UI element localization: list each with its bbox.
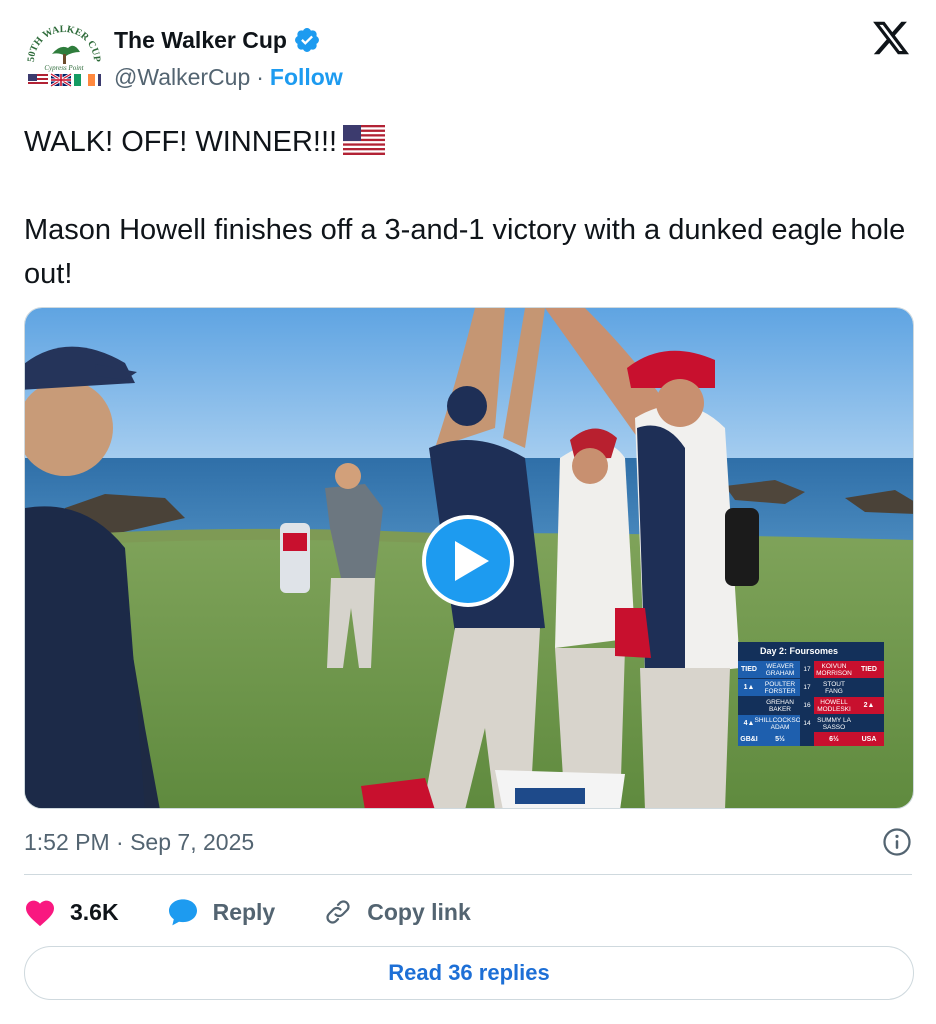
reply-label: Reply [212,898,276,925]
copy-link-label: Copy link [367,898,471,925]
info-icon[interactable] [882,827,912,857]
play-button[interactable] [422,515,514,607]
svg-text:Cypress Point: Cypress Point [44,64,84,72]
like-button[interactable]: 3.6K [24,897,119,927]
divider [24,874,912,875]
reply-button[interactable]: Reply [167,897,276,927]
timestamp[interactable]: 1:52 PM · Sep 7, 2025 [24,829,254,856]
scoreboard-usa-pair: SUMMY LA SASSO [814,715,854,732]
tweet-headline: WALK! OFF! WINNER!!! [24,126,338,158]
scoreboard-usa-pair: KOIVUN MORRISON [814,661,854,678]
reply-bubble-icon [168,899,197,926]
scoreboard-row: TIED WEAVER GRAHAM 17 KOIVUN MORRISON TI… [738,660,884,678]
avatar[interactable]: 50TH WALKER CUP Cypress Point [24,22,104,98]
handle-row: @WalkerCup · Follow [114,64,343,91]
heart-icon [26,900,54,927]
scoreboard-right-status [854,679,884,696]
scoreboard-left-score: 5½ [760,732,800,746]
us-flag-emoji [343,125,386,155]
scoreboard-row: GREHAN BAKER 16 HOWELL MODLESKI 2▲ [738,696,884,714]
separator: · [256,64,264,90]
tweet-text: WALK! OFF! WINNER!!! Mason Howell finish… [24,120,912,296]
scoreboard-title: Day 2: Foursomes [738,642,884,660]
scoreboard-left-team: GB&I [738,732,760,746]
scoreboard-gbi-pair: GREHAN BAKER [760,697,800,714]
scoreboard-usa-pair: HOWELL MODLESKI [814,697,854,714]
scoreboard-gbi-pair: POULTER FORSTER [760,679,800,696]
scoreboard-hole: 17 [800,679,814,696]
scoreboard-left-status: 1▲ [738,679,760,696]
display-name[interactable]: The Walker Cup [114,27,287,54]
video-player[interactable]: Day 2: Foursomes TIED WEAVER GRAHAM 17 K… [24,307,914,809]
scoreboard-right-status: 2▲ [854,697,884,714]
x-logo-icon[interactable] [870,18,912,58]
read-replies-button[interactable]: Read 36 replies [24,946,914,1000]
tweet-body: Mason Howell finishes off a 3-and-1 vict… [24,214,906,290]
scoreboard-overlay: Day 2: Foursomes TIED WEAVER GRAHAM 17 K… [738,642,884,746]
action-bar: 3.6K Reply Copy link [24,892,519,932]
scoreboard-right-team: USA [854,732,884,746]
copy-link-button[interactable]: Copy link [323,897,471,927]
scoreboard-hole: 14 [800,715,814,732]
handle[interactable]: @WalkerCup [114,64,250,91]
scoreboard-usa-pair: STOUT FANG [814,679,854,696]
scoreboard-gbi-pair: SHILLCOCKSON ADAM [754,715,806,732]
scoreboard-gbi-pair: WEAVER GRAHAM [760,661,800,678]
scoreboard-left-status [738,697,760,714]
follow-button[interactable]: Follow [270,64,343,91]
verified-badge-icon [294,28,319,52]
scoreboard-right-score: 6½ [814,732,854,746]
name-row: The Walker Cup [114,26,321,54]
scoreboard-hole: 17 [800,661,814,678]
scoreboard-row: 1▲ POULTER FORSTER 17 STOUT FANG [738,678,884,696]
scoreboard-right-status [854,715,884,732]
tweet-line-1: WALK! OFF! WINNER!!! [24,120,912,164]
scoreboard-left-status: TIED [738,661,760,678]
like-count: 3.6K [70,898,119,925]
scoreboard-footer: GB&I 5½ 6½ USA [738,732,884,746]
walker-cup-logo-icon: 50TH WALKER CUP Cypress Point [26,24,102,88]
play-icon [455,541,489,581]
link-icon [326,900,350,924]
tweet-header: 50TH WALKER CUP Cypress Point The Walker… [24,16,912,96]
scoreboard-row: 4▲ SHILLCOCKSON ADAM 14 SUMMY LA SASSO [738,714,884,732]
timestamp-row: 1:52 PM · Sep 7, 2025 [24,824,912,860]
scoreboard-right-status: TIED [854,661,884,678]
scoreboard-hole: 16 [800,697,814,714]
